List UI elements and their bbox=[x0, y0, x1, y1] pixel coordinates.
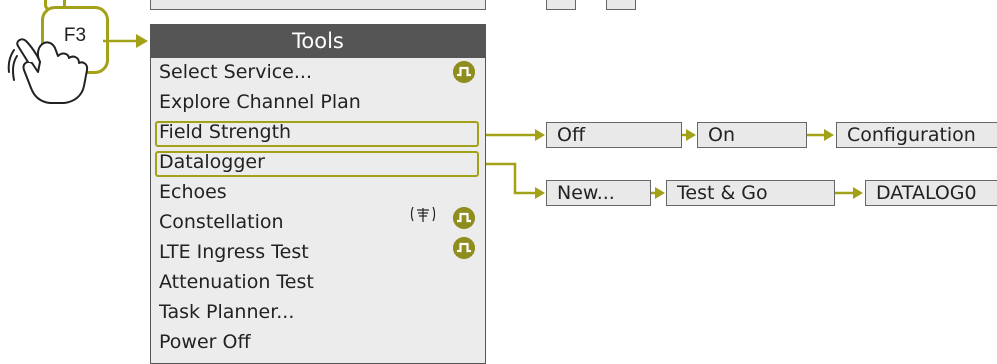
arrow-right-icon bbox=[824, 129, 834, 141]
field-strength-on-option[interactable]: On bbox=[697, 122, 807, 148]
menu-item-echoes[interactable]: Echoes bbox=[159, 178, 227, 207]
menu-item-explore-channel-plan[interactable]: Explore Channel Plan bbox=[159, 88, 361, 117]
menu-item-select-service[interactable]: Select Service... bbox=[159, 58, 312, 87]
datalogger-new-option[interactable]: New... bbox=[546, 180, 651, 206]
menu-item-lte-ingress-test[interactable]: LTE Ingress Test bbox=[159, 238, 309, 267]
signal-pulse-icon bbox=[453, 207, 475, 229]
menu-title: Tools bbox=[151, 25, 485, 58]
menu-item-attenuation-test[interactable]: Attenuation Test bbox=[159, 268, 314, 297]
antenna-icon bbox=[410, 206, 436, 222]
arrow-right-icon bbox=[853, 187, 863, 199]
menu-item-power-off[interactable]: Power Off bbox=[159, 328, 251, 357]
arrow-right-icon bbox=[535, 187, 545, 199]
arrow-right-icon bbox=[535, 129, 545, 141]
arrow-right-icon bbox=[136, 34, 148, 48]
signal-pulse-icon bbox=[453, 61, 475, 83]
datalogger-test-and-go-option[interactable]: Test & Go bbox=[666, 180, 835, 206]
datalogger-file-option[interactable]: DATALOG0 bbox=[865, 180, 997, 206]
field-strength-configuration-option[interactable]: Configuration bbox=[836, 122, 997, 148]
field-strength-off-option[interactable]: Off bbox=[546, 122, 682, 148]
menu-item-task-planner[interactable]: Task Planner... bbox=[159, 298, 294, 327]
datalogger-highlight bbox=[155, 151, 479, 177]
menu-item-constellation[interactable]: Constellation bbox=[159, 208, 284, 237]
signal-pulse-icon bbox=[453, 237, 475, 259]
arrow-right-icon bbox=[686, 129, 696, 141]
field-strength-highlight bbox=[155, 121, 479, 147]
tools-menu: Tools Select Service... Explore Channel … bbox=[150, 24, 486, 364]
arrow-right-icon bbox=[655, 187, 665, 199]
